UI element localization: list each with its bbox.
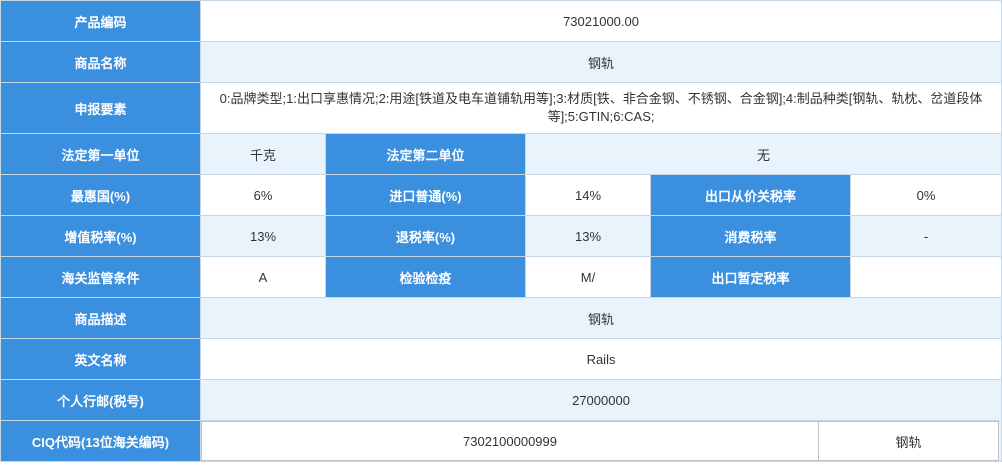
ciq-cell: 7302100000999 钢轨 [199, 420, 1002, 462]
customs-cond-value: A [200, 256, 326, 298]
row-units: 法定第一单位 千克 法定第二单位 无 [0, 133, 1002, 175]
import-general-value: 14% [525, 174, 651, 216]
product-code-value: 73021000.00 [199, 0, 1002, 42]
description-value: 钢轨 [199, 297, 1002, 339]
ciq-code: 7302100000999 [201, 421, 819, 461]
ciq-inner: 7302100000999 钢轨 [201, 421, 1001, 461]
row-ciq: CIQ代码(13位海关编码) 7302100000999 钢轨 [0, 420, 1002, 462]
english-name-label: 英文名称 [0, 338, 201, 380]
unit1-value: 千克 [200, 133, 326, 175]
mfn-label: 最惠国(%) [0, 174, 201, 216]
row-product-name: 商品名称 钢轨 [0, 41, 1002, 83]
export-provisional-value [849, 256, 1002, 298]
inspection-label: 检验检疫 [325, 256, 526, 298]
declaration-value: 0:品牌类型;1:出口享惠情况;2:用途[铁道及电车道铺轨用等];3:材质[铁、… [199, 82, 1002, 134]
ciq-label: CIQ代码(13位海关编码) [0, 420, 201, 462]
export-ad-valorem-value: 0% [849, 174, 1002, 216]
row-postal: 个人行邮(税号) 27000000 [0, 379, 1002, 421]
description-label: 商品描述 [0, 297, 201, 339]
row-declaration: 申报要素 0:品牌类型;1:出口享惠情况;2:用途[铁道及电车道铺轨用等];3:… [0, 82, 1002, 134]
export-provisional-label: 出口暂定税率 [650, 256, 851, 298]
ciq-name: 钢轨 [819, 421, 999, 461]
import-general-label: 进口普通(%) [325, 174, 526, 216]
row-rates-1: 最惠国(%) 6% 进口普通(%) 14% 出口从价关税率 0% [0, 174, 1002, 216]
vat-label: 增值税率(%) [0, 215, 201, 257]
customs-cond-label: 海关监管条件 [0, 256, 201, 298]
consumption-value: - [849, 215, 1002, 257]
row-english-name: 英文名称 Rails [0, 338, 1002, 380]
row-product-code: 产品编码 73021000.00 [0, 0, 1002, 42]
row-description: 商品描述 钢轨 [0, 297, 1002, 339]
unit2-value: 无 [524, 133, 1002, 175]
inspection-value: M/ [525, 256, 651, 298]
refund-label: 退税率(%) [325, 215, 526, 257]
product-name-label: 商品名称 [0, 41, 201, 83]
postal-label: 个人行邮(税号) [0, 379, 201, 421]
unit2-label: 法定第二单位 [325, 133, 526, 175]
unit1-label: 法定第一单位 [0, 133, 201, 175]
product-code-label: 产品编码 [0, 0, 201, 42]
row-supervision: 海关监管条件 A 检验检疫 M/ 出口暂定税率 [0, 256, 1002, 298]
mfn-value: 6% [200, 174, 326, 216]
row-rates-2: 增值税率(%) 13% 退税率(%) 13% 消费税率 - [0, 215, 1002, 257]
english-name-value: Rails [199, 338, 1002, 380]
declaration-label: 申报要素 [0, 82, 201, 134]
consumption-label: 消费税率 [650, 215, 851, 257]
product-name-value: 钢轨 [199, 41, 1002, 83]
product-info-table: 产品编码 73021000.00 商品名称 钢轨 申报要素 0:品牌类型;1:出… [0, 0, 1002, 462]
vat-value: 13% [200, 215, 326, 257]
export-ad-valorem-label: 出口从价关税率 [650, 174, 851, 216]
refund-value: 13% [525, 215, 651, 257]
postal-value: 27000000 [199, 379, 1002, 421]
